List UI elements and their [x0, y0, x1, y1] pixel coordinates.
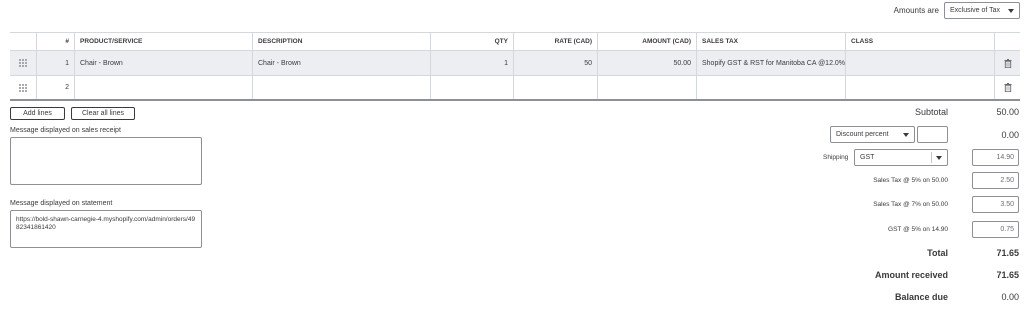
shipping-amount-field[interactable]: 14.90 [972, 149, 1019, 166]
row-product[interactable] [74, 76, 252, 99]
total-label: Total [927, 248, 948, 258]
header-rate: RATE (CAD) [513, 33, 597, 50]
tax-line-amount-field[interactable]: 2.50 [972, 172, 1019, 189]
header-class: CLASS [845, 33, 994, 50]
amount-received-label: Amount received [874, 270, 948, 280]
row-rate[interactable]: 50 [513, 51, 597, 75]
row-description[interactable] [252, 76, 430, 99]
amounts-are-bar: Amounts are Exclusive of Tax [894, 2, 1020, 19]
balance-due-value: 0.00 [1001, 292, 1019, 302]
caret-down-icon [903, 133, 909, 137]
header-product-service: PRODUCT/SERVICE [74, 33, 252, 50]
table-row[interactable]: 1 Chair - Brown Chair - Brown 1 50 50.00… [10, 51, 1020, 76]
header-sales-tax: SALES TAX [696, 33, 845, 50]
line-items-table: # PRODUCT/SERVICE DESCRIPTION QTY RATE (… [10, 32, 1020, 101]
row-rate[interactable] [513, 76, 597, 99]
amounts-are-select-value: Exclusive of Tax [950, 7, 1001, 14]
header-trash-cell [994, 33, 1020, 50]
row-number: 2 [36, 76, 74, 99]
statement-message-label: Message displayed on statement [10, 200, 113, 207]
sales-receipt-message-label: Message displayed on sales receipt [10, 127, 121, 134]
amounts-are-select[interactable]: Exclusive of Tax [944, 2, 1020, 19]
statement-message-field[interactable]: https://bold-shawn-carnegie-4.myshopify.… [10, 210, 202, 248]
shipping-tax-value: GST [860, 154, 875, 161]
header-number: # [36, 33, 74, 50]
clear-all-lines-button[interactable]: Clear all lines [71, 107, 135, 120]
row-class[interactable] [845, 51, 994, 75]
drag-handle-icon[interactable] [10, 51, 36, 75]
caret-down-icon [936, 156, 942, 160]
row-amount[interactable] [597, 76, 696, 99]
discount-input[interactable] [917, 126, 948, 143]
shipping-label: Shipping [823, 154, 849, 161]
row-sales-tax[interactable]: Shopify GST & RST for Manitoba CA @12.0% [696, 51, 845, 75]
tax-line-amount-field[interactable]: 0.75 [972, 221, 1019, 238]
balance-due-label: Balance due [894, 292, 948, 302]
trash-icon[interactable] [994, 51, 1020, 75]
table-header-row: # PRODUCT/SERVICE DESCRIPTION QTY RATE (… [10, 33, 1020, 51]
row-product[interactable]: Chair - Brown [74, 51, 252, 75]
add-lines-button[interactable]: Add lines [10, 107, 65, 120]
row-qty[interactable] [430, 76, 513, 99]
caret-down-icon [1008, 9, 1014, 13]
tax-line-label: Sales Tax @ 7% on 50.00 [873, 201, 948, 208]
tax-line-amount-field[interactable]: 3.50 [972, 196, 1019, 213]
discount-type-select[interactable]: Discount percent [830, 126, 915, 143]
shipping-tax-select[interactable]: GST [854, 149, 948, 166]
amount-received-value: 71.65 [996, 270, 1019, 280]
header-drag-cell [10, 33, 36, 50]
row-sales-tax[interactable] [696, 76, 845, 99]
subtotal-value: 50.00 [996, 107, 1019, 117]
total-value: 71.65 [996, 248, 1019, 258]
header-amount: AMOUNT (CAD) [597, 33, 696, 50]
drag-handle-icon[interactable] [10, 76, 36, 99]
header-description: DESCRIPTION [252, 33, 430, 50]
tax-line-label: Sales Tax @ 5% on 50.00 [873, 177, 948, 184]
trash-icon[interactable] [994, 76, 1020, 99]
discount-value: 0.00 [1001, 130, 1019, 140]
table-row[interactable]: 2 [10, 76, 1020, 101]
tax-line-label: GST @ 5% on 14.90 [888, 226, 948, 233]
row-number: 1 [36, 51, 74, 75]
row-qty[interactable]: 1 [430, 51, 513, 75]
subtotal-label: Subtotal [914, 107, 948, 117]
row-amount[interactable]: 50.00 [597, 51, 696, 75]
sales-receipt-message-field[interactable] [10, 137, 202, 185]
discount-type-value: Discount percent [836, 131, 889, 138]
row-description[interactable]: Chair - Brown [252, 51, 430, 75]
amounts-are-label: Amounts are [893, 6, 939, 15]
header-qty: QTY [430, 33, 513, 50]
row-class[interactable] [845, 76, 994, 99]
